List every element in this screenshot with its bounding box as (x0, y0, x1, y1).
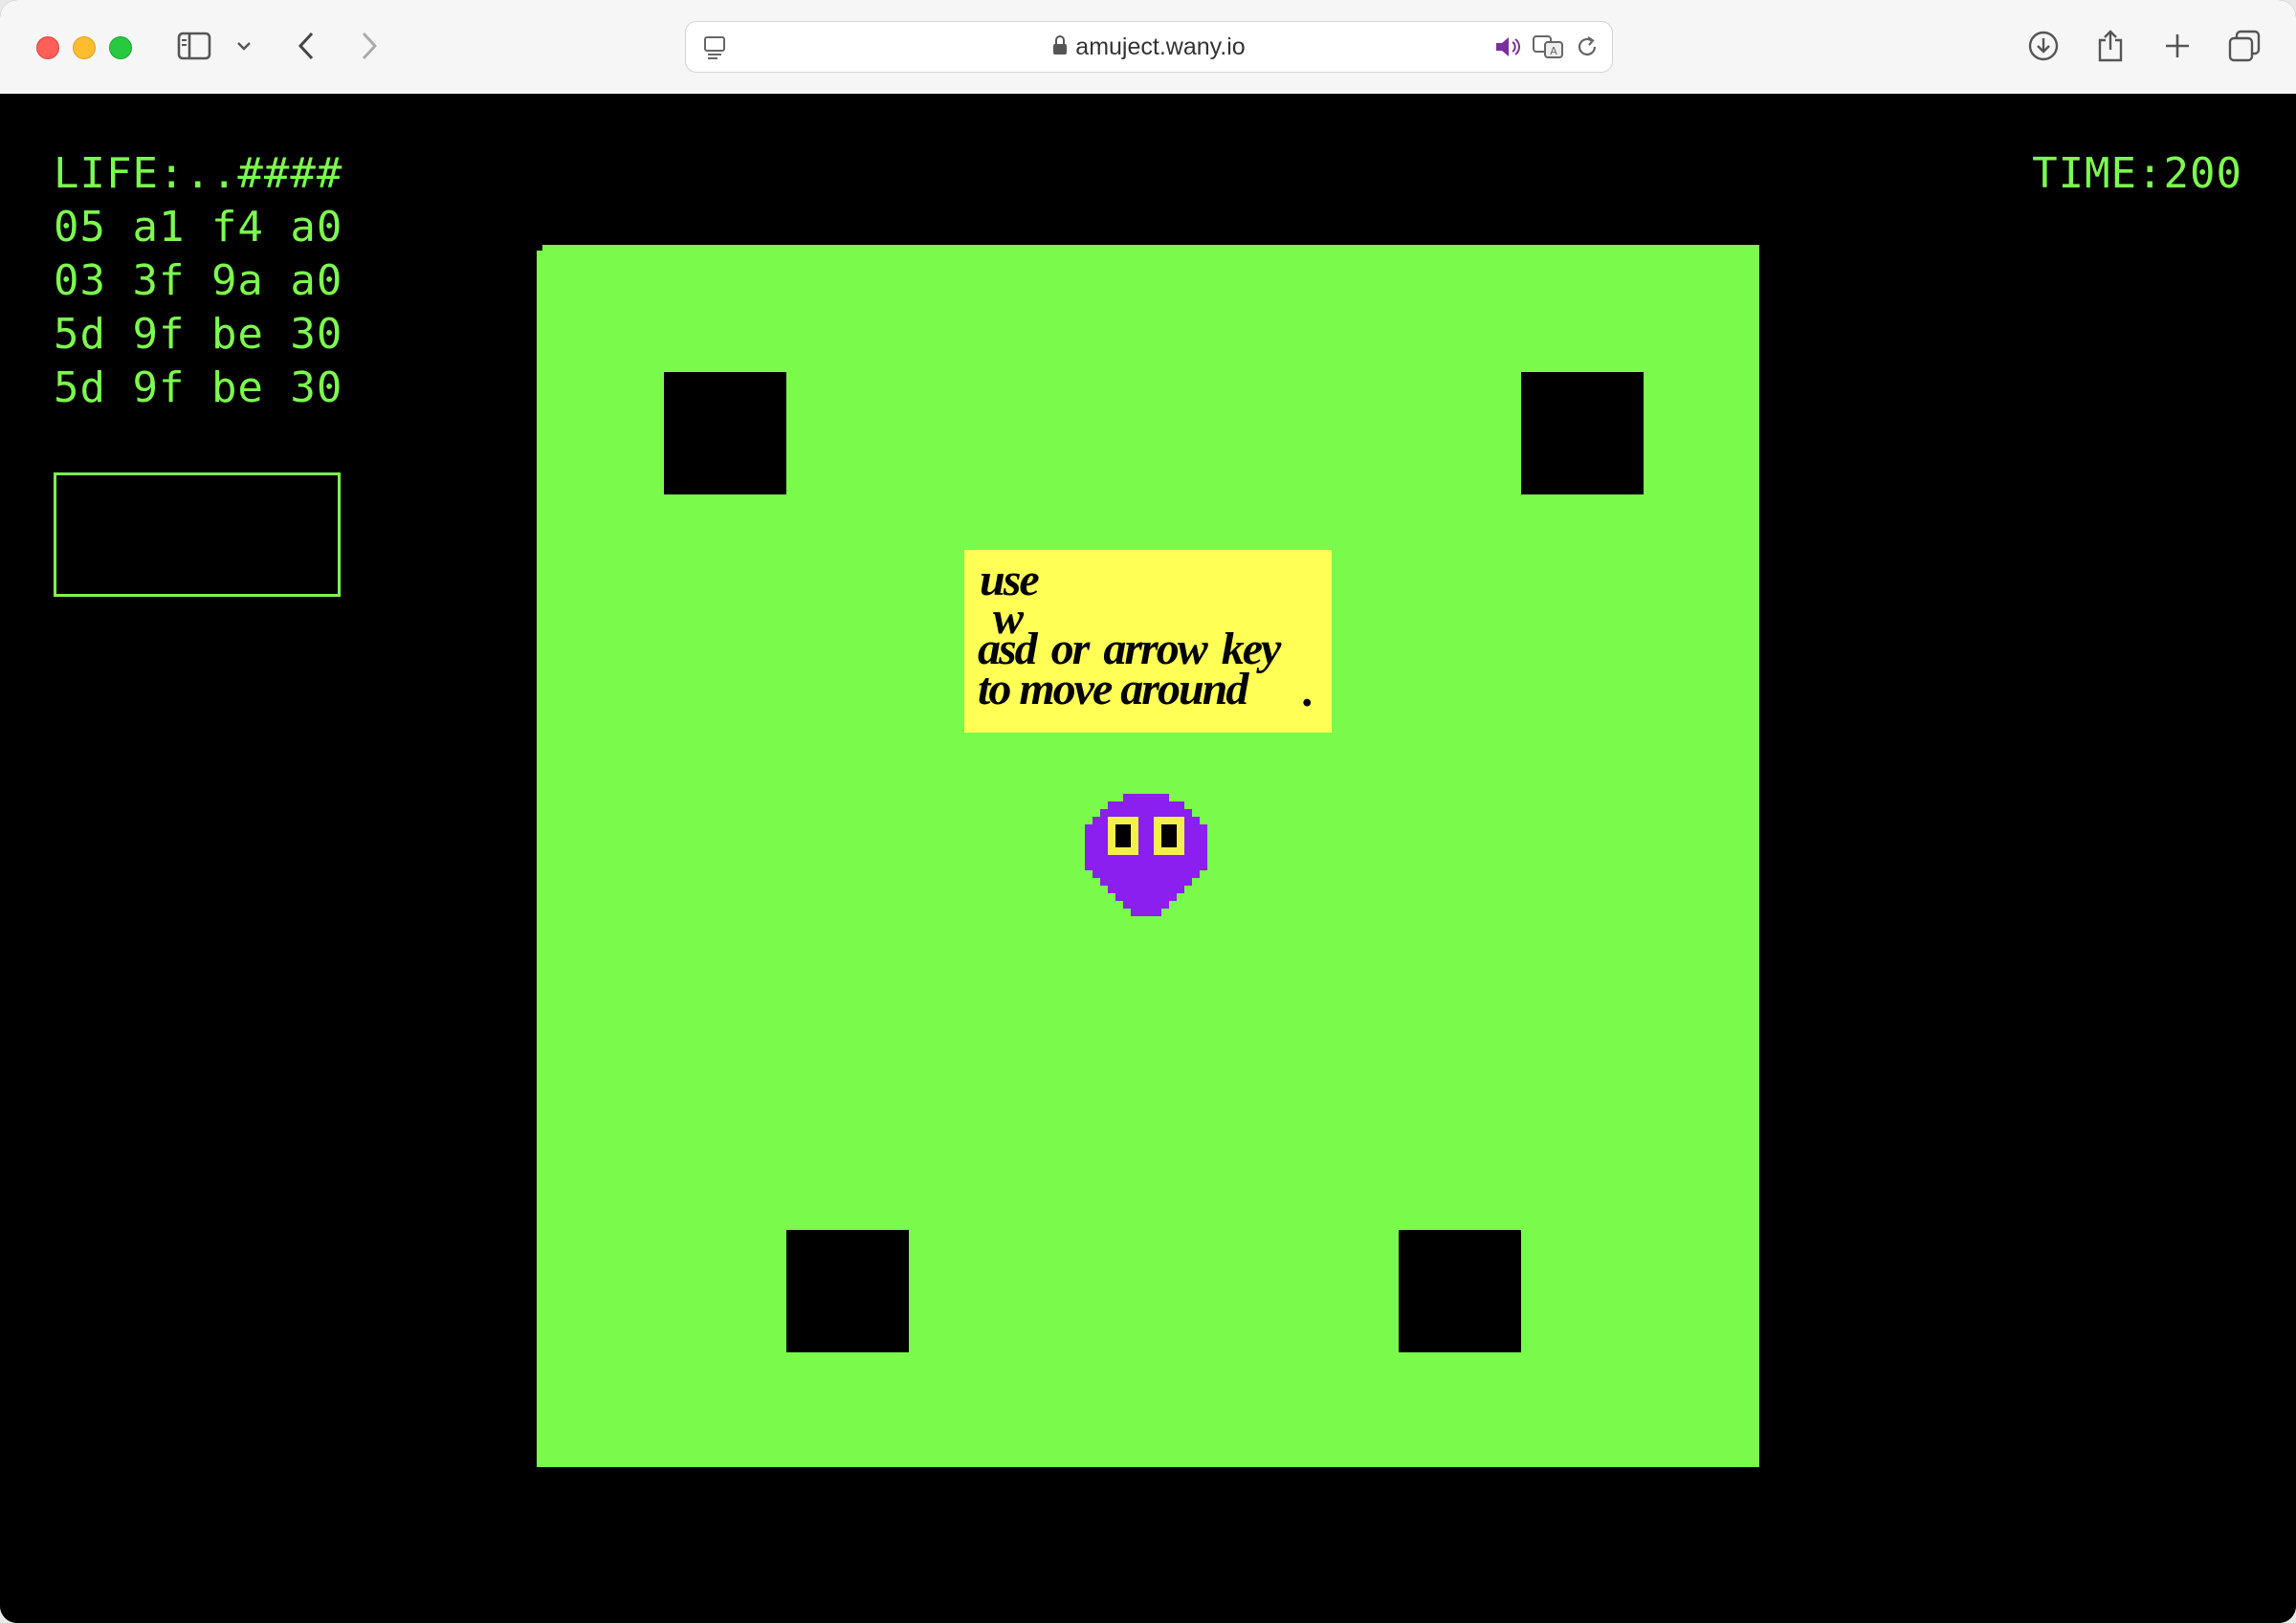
game-field[interactable]: use w asd or arrow key to move around . (537, 245, 1759, 1467)
hud-life-panel: LIFE:..#### 05 a1 f4 a0 03 3f 9a a0 5d 9… (54, 147, 342, 415)
browser-toolbar: amuject.wany.io A (0, 0, 2296, 95)
hex-row: 05 a1 f4 a0 (54, 203, 343, 252)
hint-line: to move around (978, 664, 1248, 714)
tab-overview-icon[interactable] (2225, 23, 2263, 69)
wall-block (786, 1230, 909, 1352)
player-character (1085, 794, 1207, 916)
address-bar[interactable]: amuject.wany.io A (685, 21, 1613, 73)
eye-left (1108, 817, 1138, 855)
sidebar-icon[interactable] (172, 23, 216, 69)
translate-icon[interactable]: A (1530, 24, 1568, 70)
wall-block (1521, 372, 1644, 494)
svg-text:A: A (1550, 45, 1557, 57)
download-icon[interactable] (2024, 23, 2063, 69)
plus-icon[interactable] (2158, 23, 2197, 69)
time-label: TIME:200 (2032, 149, 2242, 198)
url-text: amuject.wany.io (1075, 33, 1246, 60)
wall-block (1399, 1230, 1521, 1352)
status-box (54, 472, 341, 597)
eye-right (1154, 817, 1184, 855)
chevron-down-icon[interactable] (230, 23, 258, 69)
hex-row: 5d 9f be 30 (54, 363, 343, 412)
speaker-icon[interactable] (1491, 24, 1526, 70)
share-icon[interactable] (2091, 23, 2130, 69)
chevron-right-icon[interactable] (350, 23, 388, 69)
close-window-button[interactable] (36, 36, 59, 59)
game-page: LIFE:..#### 05 a1 f4 a0 03 3f 9a a0 5d 9… (0, 94, 2296, 1623)
controls-hint: use w asd or arrow key to move around . (964, 550, 1332, 733)
hex-row: 03 3f 9a a0 (54, 256, 343, 305)
hex-row: 5d 9f be 30 (54, 310, 343, 359)
chevron-left-icon[interactable] (287, 23, 325, 69)
lock-icon (1052, 23, 1068, 73)
wall-block (664, 372, 786, 494)
life-label: LIFE:..#### (54, 149, 343, 198)
browser-window: amuject.wany.io A LIFE:..#### 05 a1 f4 a… (0, 0, 2296, 1623)
hint-dot: . (1303, 666, 1314, 716)
minimize-window-button[interactable] (73, 36, 96, 59)
zoom-window-button[interactable] (109, 36, 132, 59)
reload-icon[interactable] (1570, 24, 1604, 70)
